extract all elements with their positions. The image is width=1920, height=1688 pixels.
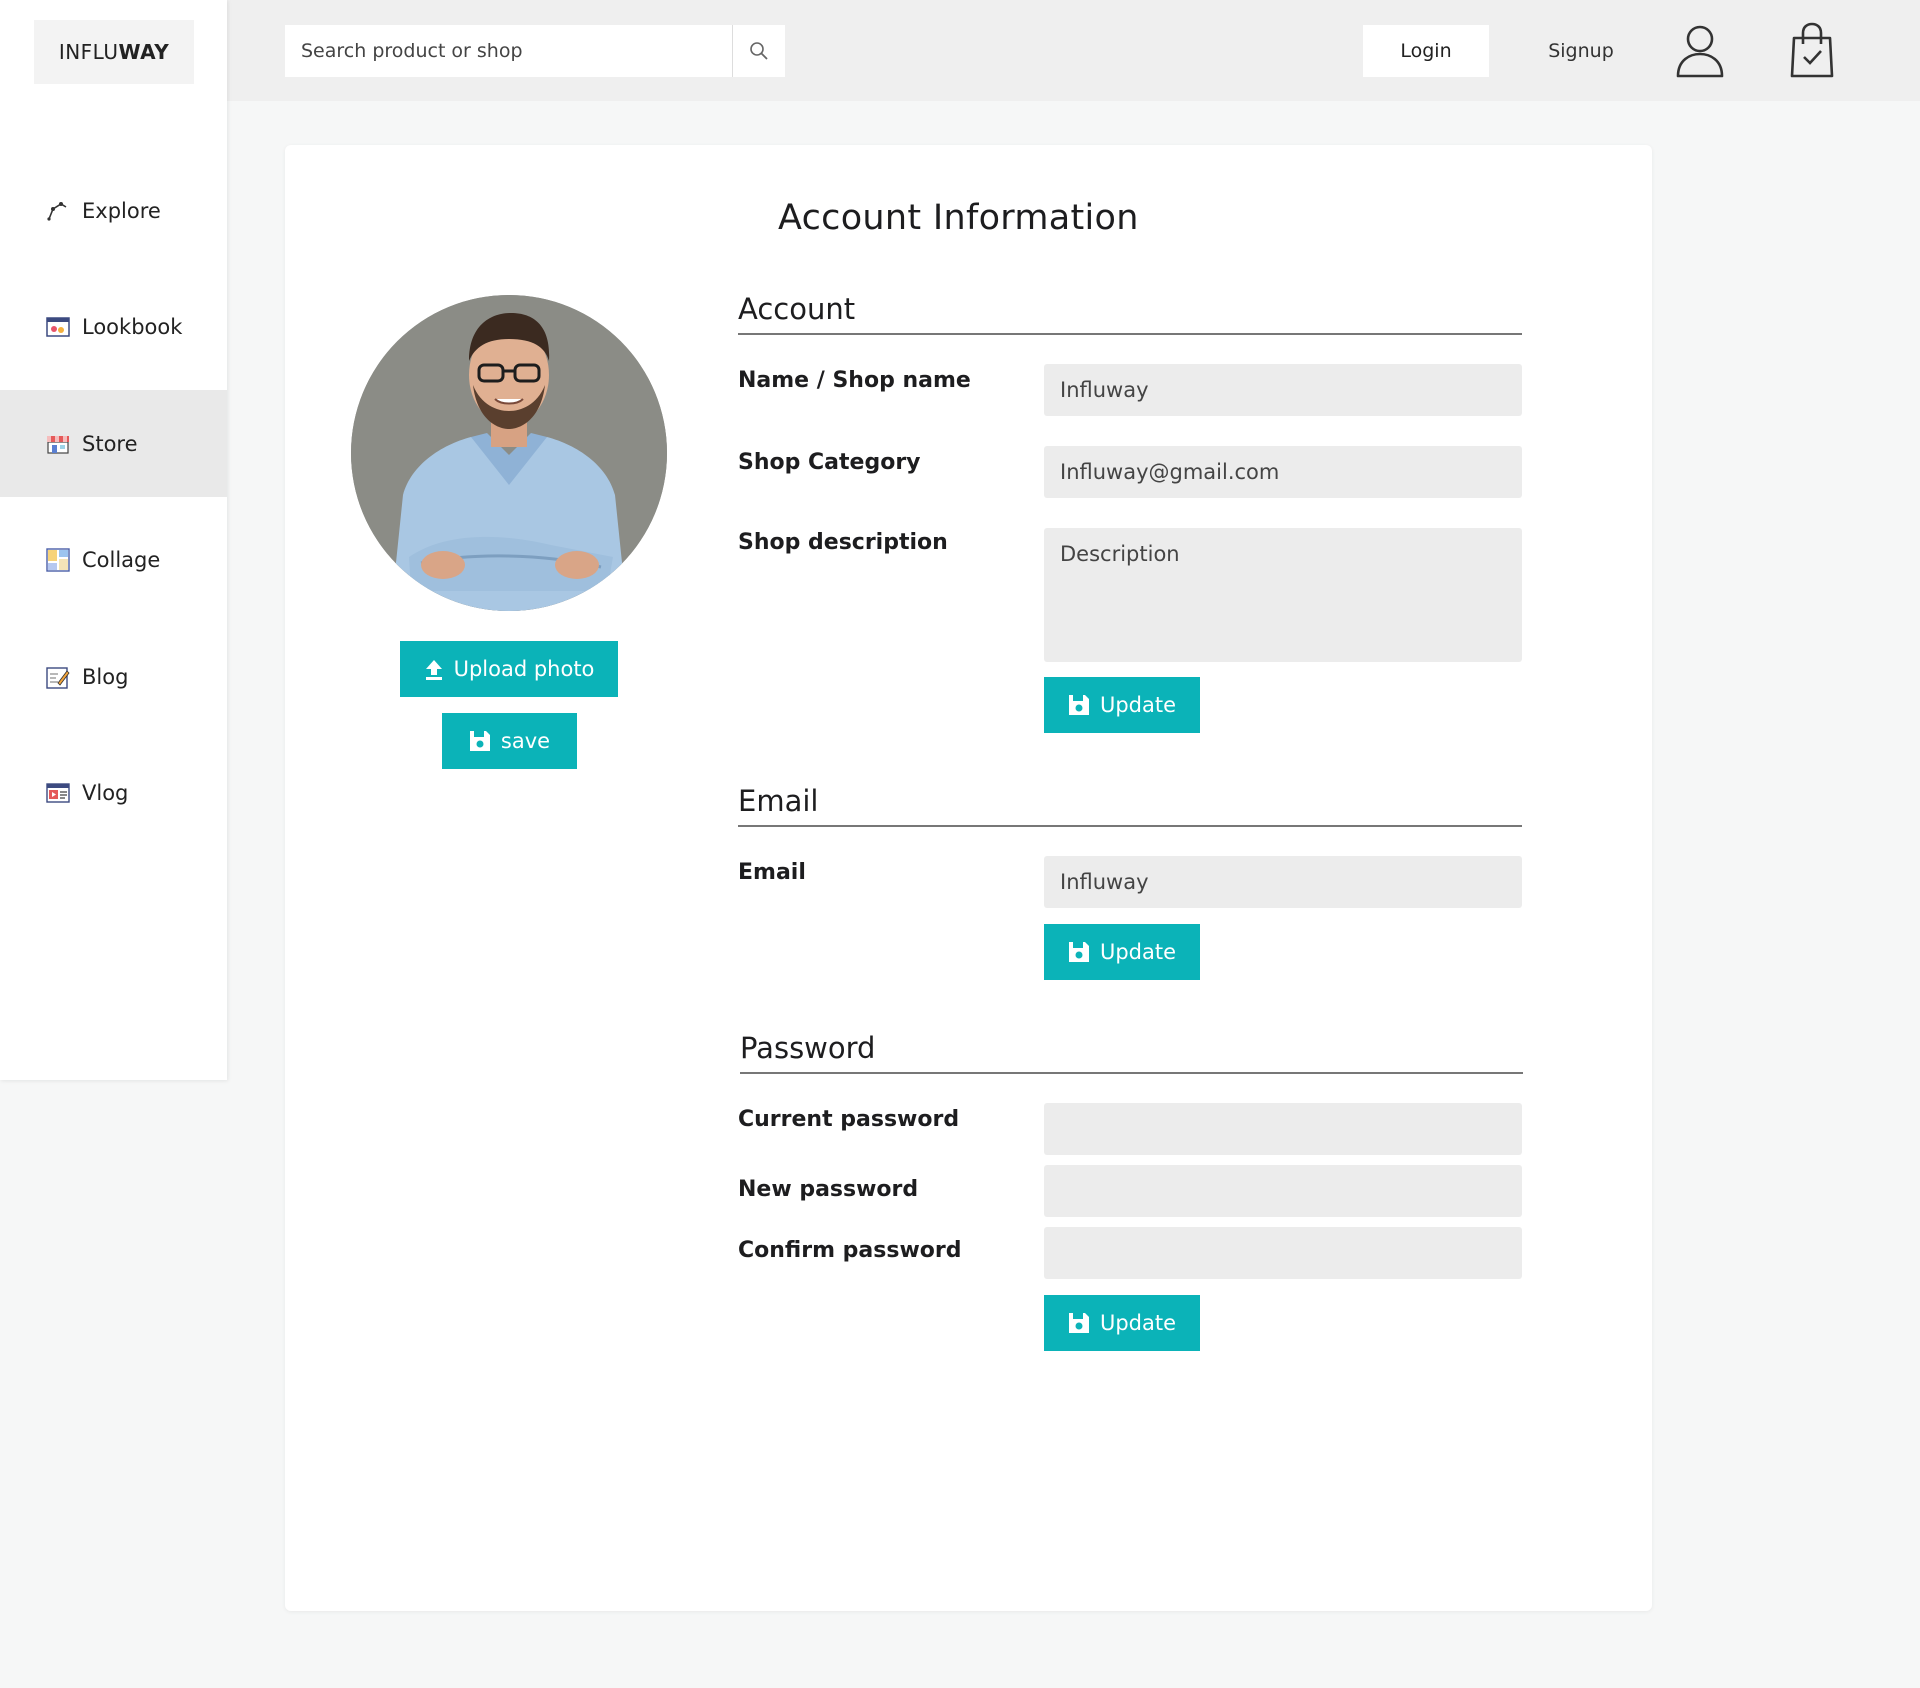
update-label: Update — [1099, 1311, 1177, 1335]
email-divider — [738, 825, 1522, 827]
upload-photo-button[interactable]: Upload photo — [400, 641, 618, 697]
logo-light-text: INFLU — [58, 40, 119, 64]
password-heading: Password — [740, 1031, 876, 1065]
collage-icon — [46, 547, 70, 572]
sidebar-item-label: Collage — [82, 547, 161, 572]
current-password-label: Current password — [738, 1107, 960, 1132]
sidebar-item-label: Vlog — [82, 780, 129, 805]
vlog-icon — [46, 781, 70, 805]
logo[interactable]: INFLU WAY — [34, 20, 194, 84]
search-bar — [285, 25, 785, 77]
password-divider — [740, 1072, 1523, 1074]
store-icon — [46, 432, 70, 456]
update-label: Update — [1099, 940, 1177, 964]
new-password-label: New password — [738, 1177, 919, 1202]
email-field[interactable]: Influway — [1044, 856, 1522, 908]
search-icon — [750, 42, 768, 60]
sidebar-item-label: Blog — [82, 664, 129, 689]
name-field[interactable]: Influway — [1044, 364, 1522, 416]
confirm-password-field[interactable] — [1044, 1227, 1522, 1279]
lookbook-icon — [46, 315, 70, 339]
password-update-button[interactable]: Update — [1044, 1295, 1200, 1351]
account-heading: Account — [738, 292, 856, 326]
sidebar: INFLU WAY Explore Lookbook Store Collage … — [0, 0, 227, 1080]
login-button[interactable]: Login — [1363, 25, 1489, 77]
upload-icon — [425, 660, 442, 680]
account-update-button[interactable]: Update — [1044, 677, 1200, 733]
sidebar-item-vlog[interactable]: Vlog — [0, 739, 227, 846]
top-bar: Login Signup — [0, 0, 1920, 101]
sidebar-item-explore[interactable]: Explore — [0, 157, 227, 264]
account-divider — [738, 333, 1522, 335]
page-title: Account Information — [778, 198, 1139, 238]
shop-description-field[interactable]: Description — [1044, 528, 1522, 662]
save-icon — [1068, 695, 1089, 715]
name-label: Name / Shop name — [738, 368, 971, 393]
save-icon — [1068, 942, 1089, 962]
sidebar-item-collage[interactable]: Collage — [0, 506, 227, 613]
new-password-field[interactable] — [1044, 1165, 1522, 1217]
logo-bold-text: WAY — [118, 40, 170, 64]
sidebar-item-lookbook[interactable]: Lookbook — [0, 273, 227, 380]
email-update-button[interactable]: Update — [1044, 924, 1200, 980]
sidebar-item-label: Explore — [82, 198, 161, 223]
current-password-field[interactable] — [1044, 1103, 1522, 1155]
user-icon[interactable] — [1672, 22, 1728, 80]
explore-icon — [46, 199, 70, 223]
avatar — [351, 295, 667, 611]
confirm-password-label: Confirm password — [738, 1238, 962, 1263]
update-label: Update — [1099, 693, 1177, 717]
sidebar-item-store[interactable]: Store — [0, 390, 227, 497]
search-button[interactable] — [732, 25, 785, 77]
save-icon — [1068, 1313, 1089, 1333]
sidebar-item-label: Store — [82, 431, 138, 456]
blog-icon — [46, 665, 70, 689]
shop-category-label: Shop Category — [738, 450, 921, 475]
upload-photo-label: Upload photo — [453, 657, 595, 681]
save-label: save — [500, 729, 551, 753]
email-heading: Email — [738, 784, 819, 818]
save-button[interactable]: save — [442, 713, 577, 769]
shop-description-label: Shop description — [738, 530, 948, 555]
sidebar-item-blog[interactable]: Blog — [0, 623, 227, 730]
save-icon — [469, 731, 490, 751]
shopping-bag-icon[interactable] — [1788, 22, 1836, 80]
search-input[interactable] — [285, 25, 732, 77]
sidebar-item-label: Lookbook — [82, 314, 183, 339]
email-label: Email — [738, 860, 806, 885]
signup-link[interactable]: Signup — [1514, 25, 1648, 77]
shop-category-field[interactable]: Influway@gmail.com — [1044, 446, 1522, 498]
